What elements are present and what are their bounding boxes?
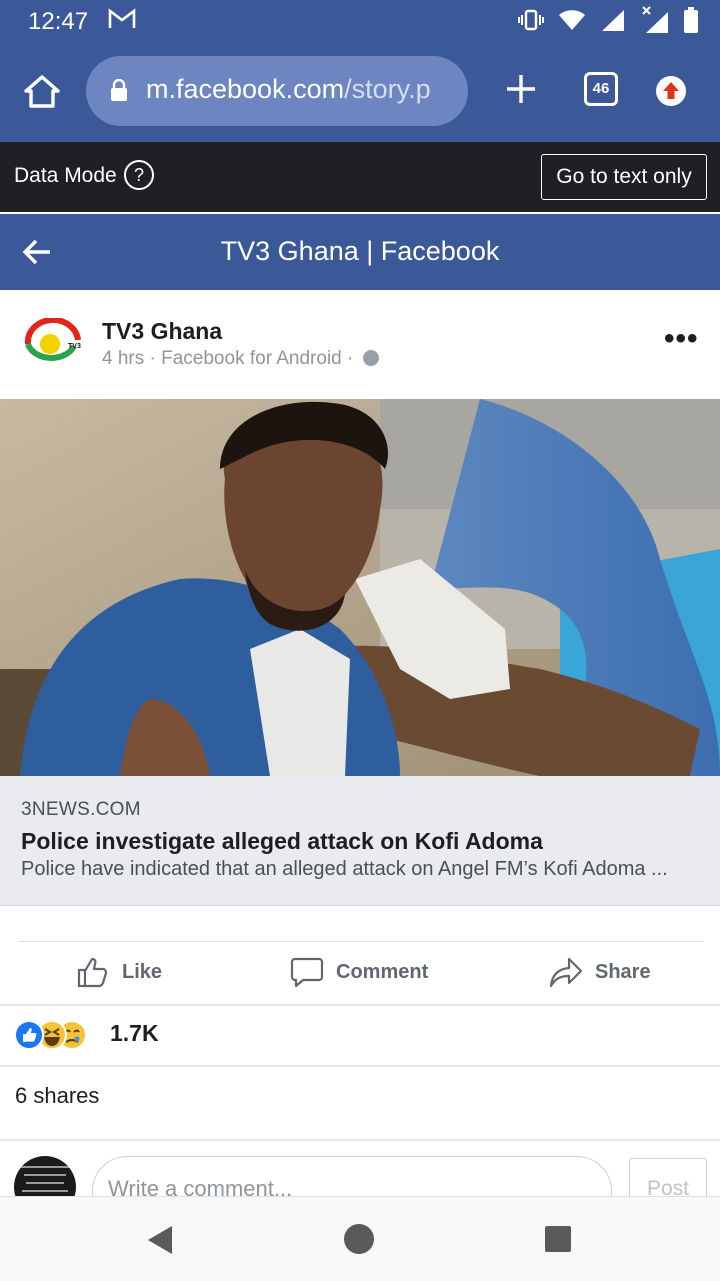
- signal-icon: [602, 10, 624, 31]
- lock-icon: [110, 78, 128, 101]
- nav-recents-icon[interactable]: [544, 1225, 572, 1258]
- like-button[interactable]: Like: [76, 952, 162, 992]
- divider: [18, 941, 704, 942]
- like-label: Like: [122, 960, 163, 983]
- gmail-notification-icon: [108, 8, 136, 36]
- comment-icon: [290, 957, 324, 988]
- reaction-icons[interactable]: [14, 1018, 104, 1052]
- share-icon: [549, 957, 583, 988]
- page-title: TV3 Ghana | Facebook: [220, 236, 500, 266]
- signal-noservice-icon: [642, 6, 668, 33]
- thumbs-up-icon: [77, 957, 108, 988]
- comment-label: Comment: [336, 960, 429, 983]
- tab-switcher-button[interactable]: 46: [584, 72, 618, 106]
- page-header: TV3 Ghana | Facebook: [0, 214, 720, 290]
- text-only-button[interactable]: Go to text only: [541, 154, 707, 200]
- nav-home-icon[interactable]: [343, 1223, 375, 1260]
- data-mode-label: Data Mode: [14, 164, 117, 187]
- home-icon[interactable]: [22, 72, 62, 112]
- post-meta-text: 4 hrs · Facebook for Android ·: [102, 348, 354, 369]
- reaction-count[interactable]: 1.7K: [110, 1020, 159, 1047]
- share-label: Share: [595, 960, 651, 983]
- post-meta: 4 hrs · Facebook for Android ·: [102, 348, 379, 370]
- link-title: Police investigate alleged attack on Kof…: [21, 828, 543, 854]
- globe-icon: [362, 350, 379, 366]
- nav-back-icon[interactable]: [146, 1225, 174, 1260]
- url-text: m.facebook.com/story.p: [146, 74, 456, 105]
- shares-count[interactable]: 6 shares: [15, 1083, 99, 1109]
- link-preview[interactable]: 3NEWS.COM Police investigate alleged att…: [0, 776, 720, 906]
- status-bar: 12:47: [0, 0, 720, 44]
- update-icon[interactable]: [656, 76, 686, 106]
- vibrate-icon: [518, 9, 544, 31]
- status-time: 12:47: [28, 8, 89, 35]
- new-tab-icon[interactable]: [504, 72, 538, 106]
- divider: [0, 1065, 720, 1067]
- system-nav-bar: [0, 1196, 720, 1281]
- link-domain: 3NEWS.COM: [21, 799, 141, 820]
- url-host: m.facebook.com: [146, 74, 345, 104]
- url-path: /story.p: [344, 74, 431, 104]
- more-options-icon[interactable]: •••: [664, 322, 699, 356]
- post-photo[interactable]: [0, 399, 720, 776]
- post-author[interactable]: TV3 Ghana: [102, 318, 222, 345]
- url-bar[interactable]: m.facebook.com/story.p: [86, 56, 468, 126]
- tv3-logo-avatar[interactable]: TV3: [24, 316, 82, 366]
- divider: [0, 1139, 720, 1141]
- comment-button[interactable]: Comment: [290, 952, 428, 992]
- wifi-icon: [559, 10, 585, 30]
- divider: [0, 1004, 720, 1006]
- help-icon[interactable]: ?: [124, 160, 154, 190]
- browser-toolbar: m.facebook.com/story.p 46: [0, 44, 720, 142]
- data-mode-bar: Data Mode ? Go to text only: [0, 142, 720, 212]
- link-description: Police have indicated that an alleged at…: [21, 858, 668, 880]
- logo-text: TV3: [68, 343, 81, 350]
- battery-icon: [684, 7, 698, 33]
- status-icons: [518, 6, 698, 34]
- share-button[interactable]: Share: [549, 952, 651, 992]
